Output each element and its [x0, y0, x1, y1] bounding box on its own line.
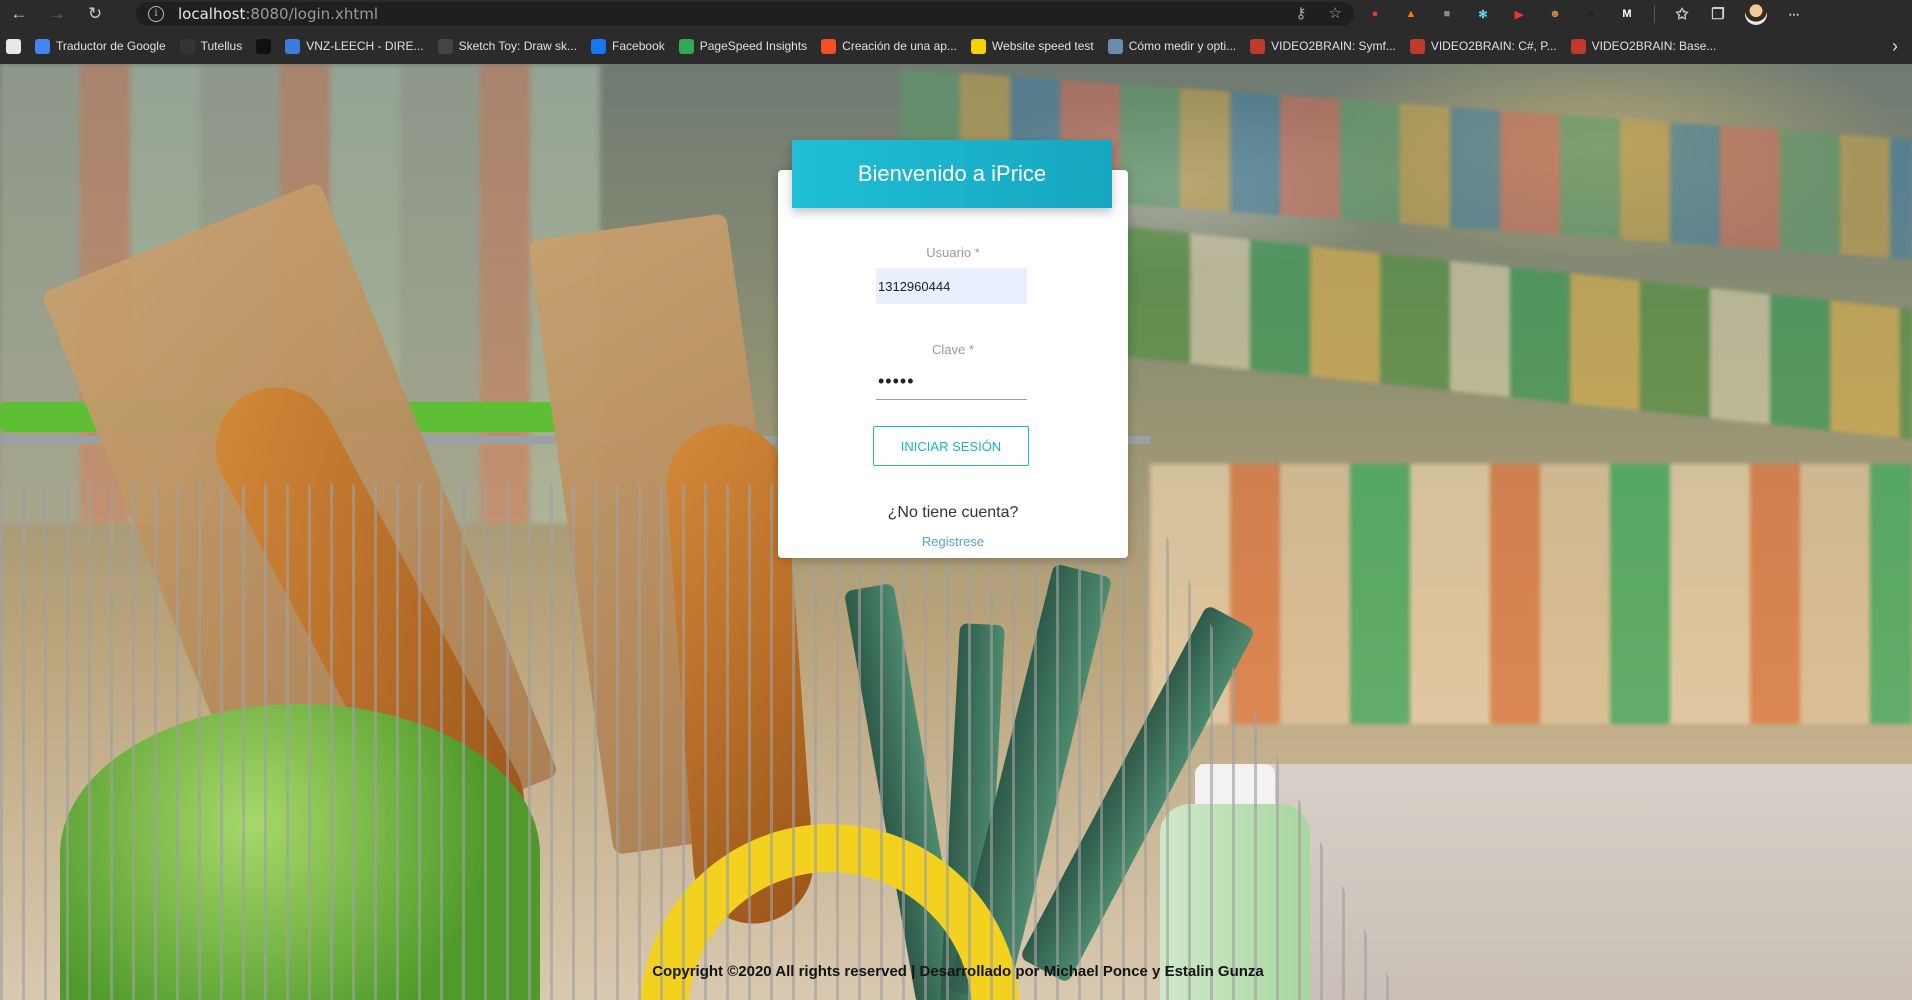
profile-avatar[interactable]: [1745, 3, 1767, 25]
bookmark-label: Creación de una ap...: [842, 39, 957, 53]
bookmark-item[interactable]: VIDEO2BRAIN: C#, P...: [1409, 38, 1557, 54]
star-icon: [285, 38, 301, 54]
bookmark-label: VNZ-LEECH - DIRE...: [306, 39, 424, 53]
site-info-icon[interactable]: i: [148, 6, 164, 22]
browser-toolbar: ← → ↻ i localhost:8080/login.xhtml ⚷ ☆ ●…: [0, 0, 1912, 28]
login-card-header: Bienvenido a iPrice: [792, 140, 1112, 208]
extension-react-icon[interactable]: ✻: [1474, 6, 1492, 22]
key-icon[interactable]: ⚷: [1296, 4, 1307, 22]
bookmark-item[interactable]: Tutellus: [179, 38, 243, 54]
bookmark-label: Cómo medir y opti...: [1128, 39, 1237, 53]
bookmark-item[interactable]: PageSpeed Insights: [678, 38, 808, 54]
extension-play-icon[interactable]: ▶: [1510, 6, 1528, 22]
google-translate-icon: [35, 38, 50, 54]
more-menu-icon[interactable]: ⋯: [1785, 6, 1803, 22]
username-input[interactable]: 1312960444: [876, 268, 1027, 304]
toolbar-separator: [1654, 5, 1655, 23]
register-link[interactable]: Registrese: [778, 534, 1128, 549]
extension-m-icon[interactable]: M: [1618, 6, 1636, 22]
video2brain-icon: [1570, 38, 1586, 54]
address-bar[interactable]: i localhost:8080/login.xhtml ⚷ ☆: [136, 2, 1354, 26]
no-account-text: ¿No tiene cuenta?: [887, 504, 1019, 521]
bookmark-label: VIDEO2BRAIN: Symf...: [1271, 39, 1396, 53]
add-favorite-icon[interactable]: ☆: [1329, 4, 1342, 22]
tutellus-icon: [179, 38, 195, 54]
bookmark-label: Tutellus: [200, 39, 243, 53]
chevron-right-icon[interactable]: ›: [1892, 36, 1898, 57]
url-host: localhost: [178, 5, 246, 23]
omnibox-actions: ⚷ ☆: [1296, 4, 1342, 22]
login-button[interactable]: INICIAR SESIÓN: [873, 426, 1029, 466]
url-port: :8080: [245, 5, 289, 23]
bookmark-item[interactable]: VIDEO2BRAIN: Base...: [1570, 38, 1717, 54]
bookmark-item[interactable]: VNZ-LEECH - DIRE...: [285, 38, 424, 54]
windows-icon: [821, 38, 837, 54]
extension-tree-icon[interactable]: ♣: [1582, 6, 1600, 22]
footer-copyright: Copyright ©2020 All rights reserved | De…: [652, 963, 1264, 980]
favorites-icon[interactable]: ✩: [1673, 6, 1691, 23]
bookmarks-bar: Traductor de Google Tutellus VNZ-LEECH - D…: [0, 28, 1912, 64]
bookmark-item[interactable]: Creación de una ap...: [821, 38, 957, 54]
bookmark-item[interactable]: VIDEO2BRAIN: Symf...: [1250, 38, 1396, 54]
p-icon: [256, 38, 272, 54]
person-icon: [1107, 38, 1123, 54]
p-icon: [970, 38, 986, 54]
address-url[interactable]: localhost:8080/login.xhtml: [178, 5, 378, 23]
bookmark-label: Sketch Toy: Draw sk...: [458, 39, 578, 53]
bookmark-label: Traductor de Google: [56, 39, 166, 53]
bookmark-item[interactable]: [6, 38, 21, 54]
bookmark-label: Website speed test: [991, 39, 1094, 53]
reload-icon[interactable]: ↻: [76, 0, 114, 28]
bookmark-label: PageSpeed Insights: [699, 39, 808, 53]
back-arrow-icon[interactable]: ←: [0, 0, 38, 28]
extension-gray-icon[interactable]: ■: [1438, 6, 1456, 22]
bookmark-label: VIDEO2BRAIN: Base...: [1591, 39, 1717, 53]
extensions-area: ● ▲ ■ ✻ ▶ ☻ ♣ M ✩ ❐ ⋯: [1366, 0, 1803, 28]
bookmark-item[interactable]: Cómo medir y opti...: [1107, 38, 1237, 54]
sketch-icon: [437, 38, 453, 54]
forward-arrow-icon[interactable]: →: [38, 0, 76, 28]
extension-red-icon[interactable]: ●: [1366, 6, 1384, 22]
extension-fire-icon[interactable]: ▲: [1402, 6, 1420, 22]
extension-face-icon[interactable]: ☻: [1546, 6, 1564, 22]
video2brain-icon: [1409, 38, 1425, 54]
bookmark-item[interactable]: Website speed test: [970, 38, 1094, 54]
pagespeed-icon: [678, 38, 694, 54]
collections-icon[interactable]: ❐: [1709, 6, 1727, 23]
github-icon: [6, 38, 21, 54]
url-path: /login.xhtml: [288, 5, 378, 23]
bookmark-item[interactable]: Facebook: [591, 38, 665, 54]
password-label: Clave *: [932, 342, 974, 357]
background-shelf: [1050, 218, 1912, 440]
password-input[interactable]: •••••: [876, 364, 1027, 400]
username-label: Usuario *: [926, 245, 980, 260]
bookmark-item[interactable]: Traductor de Google: [35, 38, 166, 54]
bookmark-item[interactable]: [256, 38, 272, 54]
facebook-icon: [591, 38, 607, 54]
bookmark-item[interactable]: Sketch Toy: Draw sk...: [437, 38, 578, 54]
bookmark-label: Facebook: [612, 39, 665, 53]
bookmark-label: VIDEO2BRAIN: C#, P...: [1430, 39, 1557, 53]
video2brain-icon: [1250, 38, 1266, 54]
background-shelf: [1150, 464, 1912, 724]
